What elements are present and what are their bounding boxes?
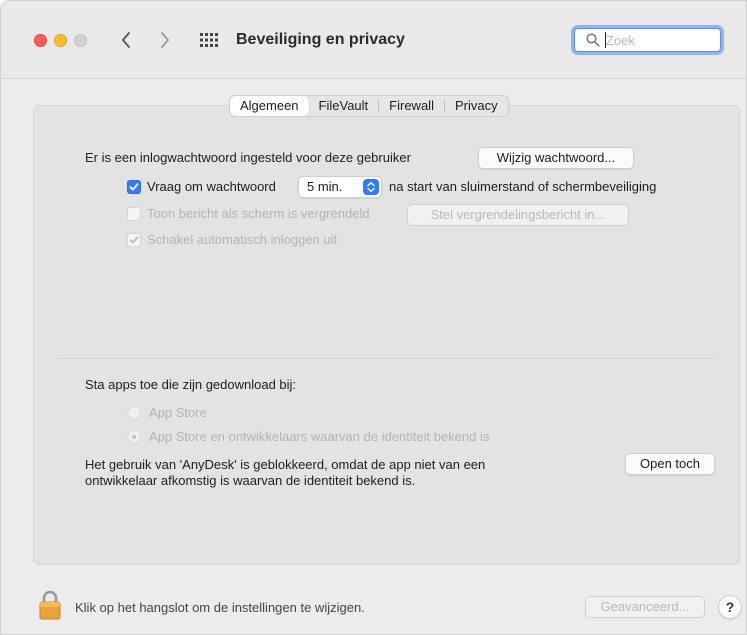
stepper-icon	[363, 179, 379, 195]
grid-icon	[200, 33, 218, 47]
preferences-window: Beveiliging en privacy Algemeen FileVaul…	[0, 0, 747, 635]
downloads-heading: Sta apps toe die zijn gedownload bij:	[85, 377, 297, 392]
password-set-text: Er is een inlogwachtwoord ingesteld voor…	[85, 150, 411, 165]
advanced-button[interactable]: Geavanceerd...	[585, 596, 705, 618]
tab-filevault[interactable]: FileVault	[309, 96, 379, 116]
tab-bar: Algemeen FileVault Firewall Privacy	[229, 95, 509, 117]
radio-app-store-and-developers[interactable]	[127, 430, 141, 444]
search-input[interactable]	[606, 31, 716, 49]
disable-autologin-label: Schakel automatisch inloggen uit	[147, 232, 338, 247]
set-lock-message-button[interactable]: Stel vergrendelingsbericht in...	[407, 204, 629, 226]
require-password-label: Vraag om wachtwoord	[147, 179, 276, 194]
radio-selected-dot	[132, 435, 136, 439]
change-password-button[interactable]: Wijzig wachtwoord...	[478, 147, 634, 169]
back-chevron-icon	[122, 32, 130, 48]
titlebar: Beveiliging en privacy	[1, 1, 746, 79]
lock-text: Klik op het hangslot om de instellingen …	[75, 600, 365, 615]
close-button[interactable]	[34, 34, 47, 47]
disable-autologin-checkbox[interactable]	[127, 233, 141, 247]
require-password-checkbox[interactable]	[127, 180, 141, 194]
password-delay-value: 5 min.	[307, 179, 343, 194]
radio-app-store-and-developers-label: App Store en ontwikkelaars waarvan de id…	[149, 429, 490, 444]
password-delay-select[interactable]: 5 min.	[298, 176, 382, 198]
tab-privacy[interactable]: Privacy	[445, 96, 508, 116]
tab-firewall[interactable]: Firewall	[379, 96, 444, 116]
blocked-message-line2: ontwikkelaar afkomstig is waarvan de ide…	[85, 473, 416, 488]
forward-button[interactable]	[154, 28, 176, 52]
minimize-button[interactable]	[54, 34, 67, 47]
section-divider	[57, 358, 715, 359]
open-anyway-button[interactable]: Open toch	[625, 453, 715, 475]
help-button[interactable]: ?	[718, 595, 742, 619]
require-password-suffix: na start van sluimerstand of schermbevei…	[389, 179, 657, 194]
show-message-label: Toon bericht als scherm is vergrendeld	[147, 206, 370, 221]
back-button[interactable]	[115, 28, 137, 52]
radio-app-store-label: App Store	[149, 405, 207, 420]
checkmark-icon	[129, 236, 139, 244]
search-field[interactable]	[571, 25, 724, 55]
show-all-button[interactable]	[199, 32, 219, 48]
show-message-checkbox[interactable]	[127, 207, 141, 221]
blocked-message-line1: Het gebruik van 'AnyDesk' is geblokkeerd…	[85, 457, 486, 472]
window-title: Beveiliging en privacy	[236, 31, 405, 48]
settings-panel	[33, 105, 740, 565]
radio-app-store[interactable]	[127, 406, 141, 420]
lock-icon	[39, 590, 61, 620]
lock-button[interactable]	[38, 589, 62, 621]
checkmark-icon	[129, 183, 139, 191]
tab-algemeen[interactable]: Algemeen	[230, 96, 309, 116]
search-icon	[586, 33, 600, 47]
forward-chevron-icon	[161, 32, 169, 48]
zoom-button[interactable]	[74, 34, 87, 47]
